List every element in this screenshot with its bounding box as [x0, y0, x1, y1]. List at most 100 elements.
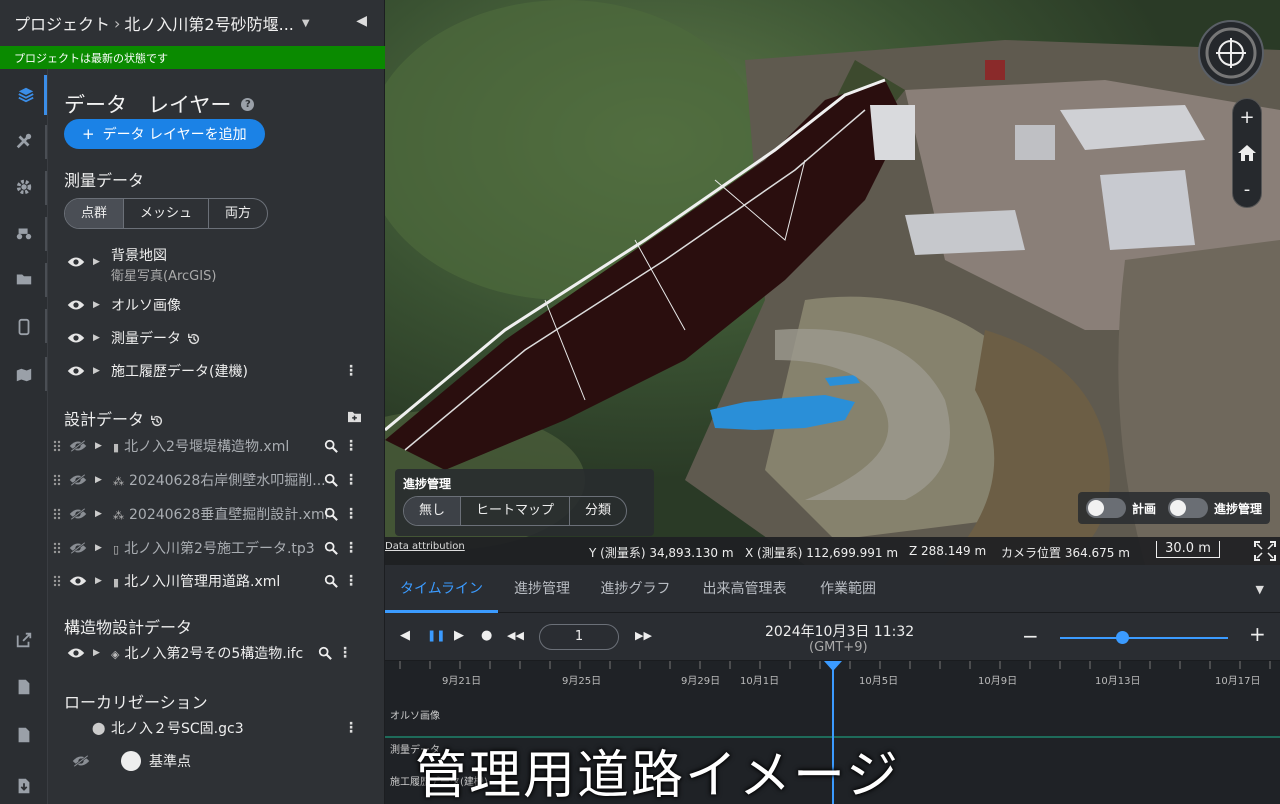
layers-icon[interactable] [0, 75, 48, 115]
eye-off-icon[interactable] [69, 439, 87, 453]
eye-icon[interactable] [67, 646, 85, 660]
data-attribution-link[interactable]: Data attribution [385, 541, 465, 552]
search-icon[interactable] [318, 646, 332, 660]
segment-point-cloud[interactable]: 点群 [65, 199, 125, 228]
add-data-layer-button[interactable]: + データ レイヤーを追加 [64, 119, 265, 149]
home-icon[interactable] [1233, 135, 1261, 171]
expand-icon[interactable]: ▶ [93, 257, 100, 267]
expand-icon[interactable]: ▶ [95, 441, 102, 451]
segment-mesh[interactable]: メッシュ [124, 199, 210, 228]
drag-handle-icon[interactable] [53, 474, 61, 486]
layer-row-construction-history[interactable]: ▶ 施工履歴データ(建機) ⋮ [48, 356, 384, 386]
more-icon[interactable]: ⋮ [344, 573, 358, 589]
more-icon[interactable]: ⋮ [344, 363, 358, 379]
expand-icon[interactable]: ▶ [95, 543, 102, 553]
layer-row-background-map[interactable]: ▶ 背景地図 衛星写真(ArcGIS) [48, 247, 384, 284]
play-icon[interactable]: ▶ [454, 628, 464, 643]
drag-handle-icon[interactable] [53, 440, 61, 452]
breadcrumb-current[interactable]: 北ノ入川第2号砂防堰... [124, 11, 293, 35]
expand-icon[interactable]: ▶ [95, 576, 102, 586]
plan-toggle[interactable] [1085, 498, 1126, 518]
layer-row-ortho[interactable]: ▶ オルソ画像 [48, 290, 384, 320]
drag-handle-icon[interactable] [53, 542, 61, 554]
pdf-icon[interactable] [0, 715, 48, 755]
frame-input[interactable]: 1 [539, 624, 619, 650]
design-row[interactable]: ▶ ▮ 北ノ入2号堰堤構造物.xml ⋮ [48, 431, 384, 461]
machine-icon[interactable] [0, 213, 48, 253]
structure-row[interactable]: ▶ ◈ 北ノ入第2号その5構造物.ifc ⋮ [48, 638, 384, 668]
timeline-zoom-thumb[interactable] [1116, 631, 1130, 644]
eye-off-icon[interactable] [69, 507, 87, 521]
history-icon[interactable] [187, 332, 201, 346]
search-icon[interactable] [324, 541, 338, 555]
tab-work-area[interactable]: 作業範囲 [804, 565, 892, 613]
eye-icon[interactable] [69, 574, 87, 588]
fullscreen-icon[interactable] [1254, 541, 1276, 561]
search-icon[interactable] [324, 507, 338, 521]
timeline-zoom-out[interactable]: − [1022, 624, 1039, 648]
tab-progress-graph[interactable]: 進捗グラフ [586, 565, 685, 613]
map-viewport[interactable]: + - 進捗管理 無し ヒートマップ 分類 計画 進捗管理 Y (測量系) 34… [385, 0, 1280, 565]
timeline-zoom-slider[interactable] [1060, 637, 1228, 639]
eye-icon[interactable] [67, 255, 85, 269]
eye-off-icon[interactable] [69, 473, 87, 487]
zoom-in-button[interactable]: + [1233, 99, 1261, 135]
design-row[interactable]: ▶ ▯ 北ノ入川第2号施工データ.tp3 ⋮ [48, 533, 384, 563]
progress-toggle[interactable] [1167, 498, 1208, 518]
segment-both[interactable]: 両方 [209, 199, 267, 228]
search-icon[interactable] [324, 439, 338, 453]
design-row[interactable]: ▶ ⁂ 20240628垂直壁掘削設計.xml ⋮ [48, 499, 384, 529]
expand-icon[interactable]: ▶ [95, 509, 102, 519]
tools-icon[interactable] [0, 121, 48, 161]
expand-icon[interactable]: ▶ [93, 366, 100, 376]
expand-icon[interactable]: ▶ [93, 648, 100, 658]
more-icon[interactable]: ⋮ [338, 645, 352, 661]
rewind-icon[interactable]: ◀◀ [507, 629, 524, 642]
help-icon[interactable]: ? [241, 97, 255, 111]
more-icon[interactable]: ⋮ [344, 540, 358, 556]
eye-icon[interactable] [67, 298, 85, 312]
clock-icon[interactable]: ● [481, 628, 492, 643]
expand-icon[interactable]: ▶ [93, 333, 100, 343]
export-icon[interactable] [0, 620, 48, 660]
eye-icon[interactable] [67, 364, 85, 378]
tab-progress[interactable]: 進捗管理 [498, 565, 586, 613]
more-icon[interactable]: ⋮ [344, 472, 358, 488]
progress-option-classify[interactable]: 分類 [570, 497, 626, 525]
more-icon[interactable]: ⋮ [344, 438, 358, 454]
csv-icon[interactable] [0, 667, 48, 707]
gear-icon[interactable] [0, 167, 48, 207]
chevron-down-icon[interactable]: ▼ [302, 18, 310, 29]
eye-icon[interactable] [67, 331, 85, 345]
download-icon[interactable] [0, 766, 48, 804]
layer-row-survey[interactable]: ▶ 測量データ [48, 323, 384, 353]
tab-timeline[interactable]: タイムライン [385, 565, 498, 613]
design-row[interactable]: ▶ ⁂ 20240628右岸側壁水叩掘削... ⋮ [48, 465, 384, 495]
map-icon[interactable] [0, 355, 48, 395]
eye-off-icon[interactable] [69, 541, 87, 555]
step-back-icon[interactable]: ◀ [400, 628, 410, 643]
progress-option-heatmap[interactable]: ヒートマップ [461, 497, 571, 525]
drag-handle-icon[interactable] [53, 508, 61, 520]
expand-icon[interactable]: ▶ [93, 300, 100, 310]
search-icon[interactable] [324, 473, 338, 487]
zoom-out-button[interactable]: - [1233, 171, 1261, 207]
drag-handle-icon[interactable] [53, 575, 61, 587]
localization-row[interactable]: ⬤ 北ノ入２号SC固.gc3 ⋮ [48, 713, 384, 743]
folder-icon[interactable] [0, 259, 48, 299]
progress-option-none[interactable]: 無し [404, 497, 462, 525]
collapse-panel-icon[interactable]: ◀ [356, 13, 367, 29]
compass-widget[interactable] [1198, 20, 1264, 86]
timeline-zoom-in[interactable]: + [1249, 622, 1266, 646]
more-icon[interactable]: ⋮ [344, 506, 358, 522]
expand-icon[interactable]: ▶ [95, 475, 102, 485]
pause-icon[interactable]: ❚❚ [427, 629, 445, 642]
fast-forward-icon[interactable]: ▶▶ [635, 629, 652, 642]
phone-icon[interactable] [0, 307, 48, 347]
add-folder-icon[interactable] [347, 410, 362, 423]
eye-off-icon[interactable] [72, 754, 90, 768]
search-icon[interactable] [324, 574, 338, 588]
more-icon[interactable]: ⋮ [344, 720, 358, 736]
tab-volume-table[interactable]: 出来高管理表 [685, 565, 804, 613]
collapse-bottom-icon[interactable]: ▼ [1256, 583, 1264, 596]
